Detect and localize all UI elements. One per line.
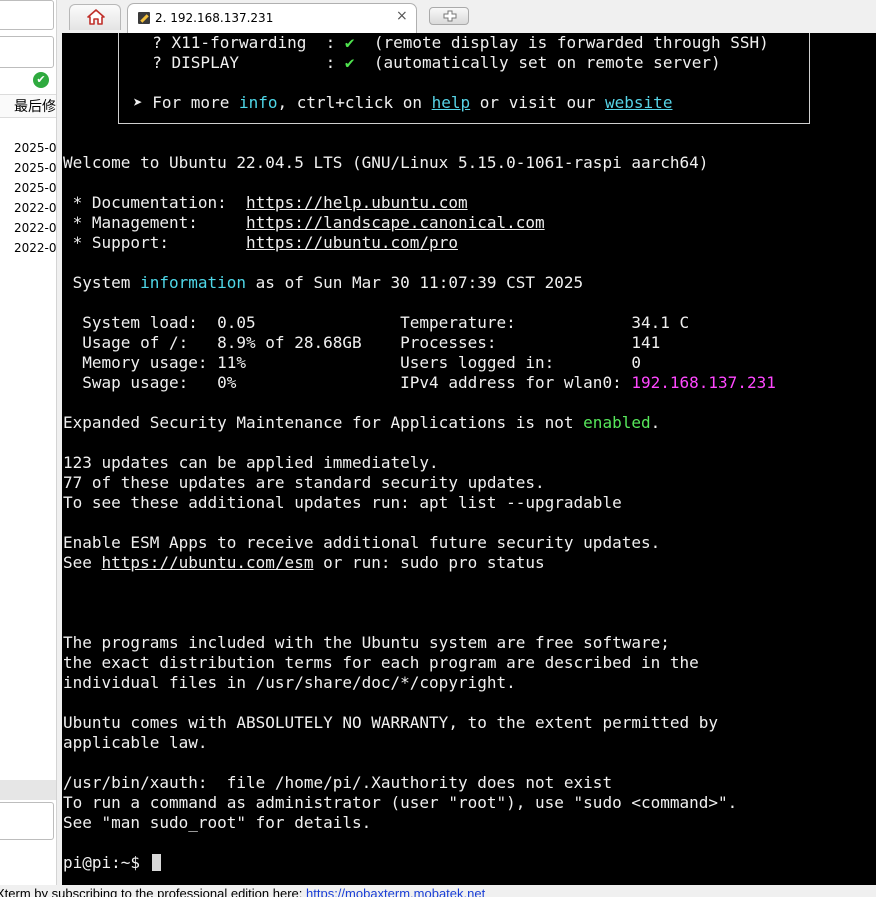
banner-x11-line: ? X11-forwarding : ✔ (remote display is … [133,33,769,52]
shell-prompt[interactable]: pi@pi:~$ [63,853,161,873]
side-input-top[interactable] [0,0,54,30]
side-panel-button[interactable] [0,802,54,840]
management-line: * Management: https://landscape.canonica… [63,213,545,232]
home-tab[interactable] [69,4,121,30]
legal-line: The programs included with the Ubuntu sy… [63,633,670,652]
swap-usage-line: Swap usage: 0% IPv4 address for wlan0: 1… [63,373,776,392]
support-link[interactable]: https://ubuntu.com/pro [246,233,458,252]
warranty-line: Ubuntu comes with ABSOLUTELY NO WARRANTY… [63,713,719,732]
support-line: * Support: https://ubuntu.com/pro [63,233,458,252]
check-icon: ✔ [344,33,355,52]
esm-status-line: Expanded Security Maintenance for Applic… [63,413,661,432]
plus-icon [443,10,457,22]
system-load-line: System load: 0.05 Temperature: 34.1 C [63,313,690,332]
file-date[interactable]: 2025-0 [14,181,56,195]
disk-usage-line: Usage of /: 8.9% of 28.68GB Processes: 1… [63,333,661,352]
session-tab[interactable]: 2. 192.168.137.231 × [127,3,417,33]
welcome-line: Welcome to Ubuntu 22.04.5 LTS (GNU/Linux… [63,153,709,172]
documentation-link[interactable]: https://help.ubuntu.com [246,193,468,212]
tab-bar: 2. 192.168.137.231 × [57,0,876,33]
updates-line: 77 of these updates are standard securit… [63,473,545,492]
sudo-hint-line: To run a command as administrator (user … [63,793,738,812]
file-date[interactable]: 2022-0 [14,221,56,235]
xauth-line: /usr/bin/xauth: file /home/pi/.Xauthorit… [63,773,613,792]
help-link[interactable]: help [432,93,471,112]
status-message: Xterm by subscribing to the professional… [0,886,307,897]
close-icon[interactable]: × [396,8,408,24]
status-link[interactable]: https://mobaxterm.mobatek.net [306,886,485,897]
documentation-line: * Documentation: https://help.ubuntu.com [63,193,468,212]
file-date[interactable]: 2025-0 [14,141,56,155]
session-tab-title: 2. 192.168.137.231 [155,11,274,25]
management-link[interactable]: https://landscape.canonical.com [246,213,545,232]
status-bar: Xterm by subscribing to the professional… [0,885,876,897]
sudo-hint-line: See "man sudo_root" for details. [63,813,372,832]
legal-line: individual files in /usr/share/doc/*/cop… [63,673,516,692]
terminal-session-icon [138,12,150,24]
legal-line: the exact distribution terms for each pr… [63,653,699,672]
side-panel: ✔ 最后修 2025-0 2025-0 2025-0 2022-0 2022-0… [0,0,57,885]
column-header-last-modified[interactable]: 最后修 [0,94,56,118]
warranty-line: applicable law. [63,733,208,752]
side-input-second[interactable] [0,36,54,68]
ipv4-address: 192.168.137.231 [631,373,776,392]
check-icon: ✔ [33,72,49,88]
file-date[interactable]: 2022-0 [14,241,56,255]
new-tab-button[interactable] [429,7,469,25]
system-information-line: System information as of Sun Mar 30 11:0… [63,273,584,292]
terminal-output[interactable]: ? X11-forwarding : ✔ (remote display is … [62,33,876,885]
updates-line: To see these additional updates run: apt… [63,493,622,512]
home-icon [87,9,105,25]
updates-line: 123 updates can be applied immediately. [63,453,439,472]
check-icon: ✔ [344,53,355,72]
file-date[interactable]: 2022-0 [14,201,56,215]
banner-more-info-line: ➤ For more info, ctrl+click on help or v… [133,93,673,112]
text-cursor [151,854,161,871]
esm-link[interactable]: https://ubuntu.com/esm [102,553,314,572]
website-link[interactable]: website [605,93,672,112]
esm-apps-line: Enable ESM Apps to receive additional fu… [63,533,661,552]
memory-usage-line: Memory usage: 11% Users logged in: 0 [63,353,641,372]
esm-apps-link-line: See https://ubuntu.com/esm or run: sudo … [63,553,545,572]
side-panel-divider [0,780,56,800]
file-date[interactable]: 2025-0 [14,161,56,175]
banner-display-line: ? DISPLAY : ✔ (automatically set on remo… [133,53,721,72]
